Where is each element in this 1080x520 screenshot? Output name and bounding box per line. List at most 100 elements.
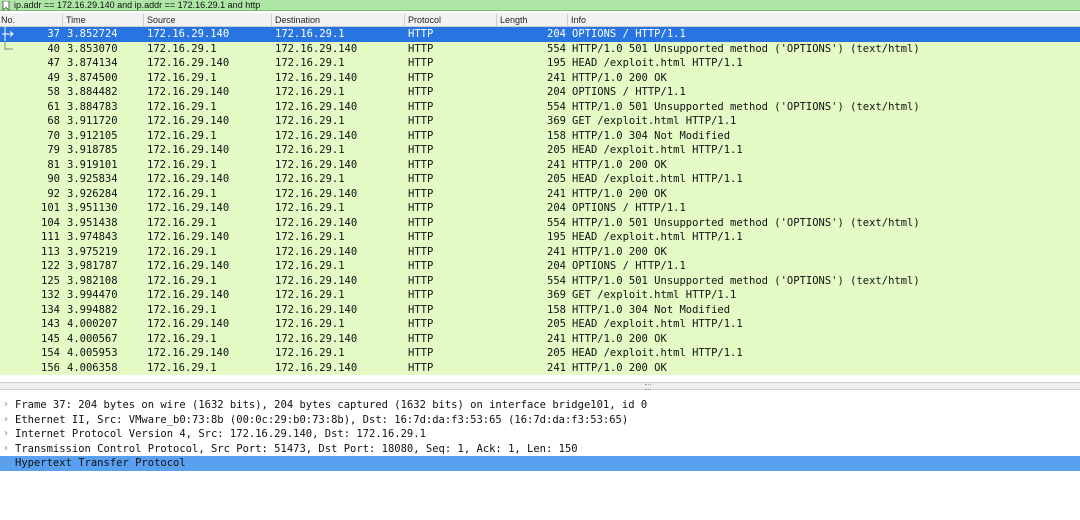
detail-tree-item[interactable]: › Transmission Control Protocol, Src Port… bbox=[0, 442, 1080, 457]
packet-source: 172.16.29.140 bbox=[147, 144, 230, 156]
packet-destination: 172.16.29.1 bbox=[275, 318, 345, 330]
packet-no: 68 bbox=[47, 115, 60, 127]
packet-row[interactable]: 92 3.926284 172.16.29.1 172.16.29.140 HTTP 24… bbox=[0, 186, 1080, 201]
display-filter-bar[interactable]: ip.addr == 172.16.29.140 and ip.addr == … bbox=[0, 0, 1080, 11]
packet-row[interactable]: 104 3.951438 172.16.29.1 172.16.29.140 HTTP 5… bbox=[0, 215, 1080, 230]
packet-row[interactable]: 81 3.919101 172.16.29.1 172.16.29.140 HTTP 24… bbox=[0, 157, 1080, 172]
packet-time: 3.926284 bbox=[67, 187, 118, 200]
packet-no: 143 bbox=[41, 318, 60, 330]
splitter-handle[interactable] bbox=[645, 384, 651, 390]
packet-row[interactable]: 79 3.918785 172.16.29.140 172.16.29.1 HTTP 20… bbox=[0, 143, 1080, 158]
packet-info: GET /exploit.html HTTP/1.1 bbox=[572, 115, 737, 127]
packet-length: 241 bbox=[547, 245, 566, 258]
packet-length: 204 bbox=[547, 260, 566, 272]
column-header-protocol[interactable]: Protocol bbox=[404, 13, 496, 26]
packet-protocol: HTTP bbox=[408, 318, 434, 330]
packet-row[interactable]: 101 3.951130 172.16.29.140 172.16.29.1 HTTP 2… bbox=[0, 201, 1080, 216]
packet-destination: 172.16.29.1 bbox=[275, 115, 345, 127]
packet-destination: 172.16.29.140 bbox=[275, 303, 358, 316]
response-link-icon bbox=[4, 41, 13, 50]
packet-no: 58 bbox=[47, 86, 60, 98]
packet-protocol: HTTP bbox=[408, 42, 434, 55]
packet-info: HTTP/1.0 304 Not Modified bbox=[572, 303, 731, 316]
packet-destination: 172.16.29.140 bbox=[275, 274, 358, 287]
detail-tree-item[interactable]: › Hypertext Transfer Protocol bbox=[0, 456, 1080, 471]
column-header-destination[interactable]: Destination bbox=[271, 13, 404, 26]
packet-protocol: HTTP bbox=[408, 71, 434, 84]
packet-info: HTTP/1.0 501 Unsupported method ('OPTION… bbox=[572, 100, 920, 113]
packet-row[interactable]: 70 3.912105 172.16.29.1 172.16.29.140 HTTP 15… bbox=[0, 128, 1080, 143]
bookmark-icon[interactable] bbox=[2, 1, 10, 10]
packet-row[interactable]: 132 3.994470 172.16.29.140 172.16.29.1 HTTP 3… bbox=[0, 288, 1080, 303]
packet-source: 172.16.29.140 bbox=[147, 115, 230, 127]
column-header-source[interactable]: Source bbox=[143, 13, 271, 26]
packet-protocol: HTTP bbox=[408, 274, 434, 287]
packet-row[interactable]: 154 4.005953 172.16.29.140 172.16.29.1 HTTP 2… bbox=[0, 346, 1080, 361]
packet-destination: 172.16.29.140 bbox=[275, 361, 358, 374]
packet-row[interactable]: 143 4.000207 172.16.29.140 172.16.29.1 HTTP 2… bbox=[0, 317, 1080, 332]
packet-no: 132 bbox=[41, 289, 60, 301]
packet-time: 3.982108 bbox=[67, 274, 118, 287]
packet-destination: 172.16.29.1 bbox=[275, 289, 345, 301]
packet-row[interactable]: 61 3.884783 172.16.29.1 172.16.29.140 HTTP 55… bbox=[0, 99, 1080, 114]
packet-list[interactable]: 37 3.852724 172.16.29.140 172.16.29.1 HTTP 20… bbox=[0, 27, 1080, 375]
chevron-right-icon[interactable]: › bbox=[4, 398, 8, 413]
packet-row[interactable]: 49 3.874500 172.16.29.1 172.16.29.140 HTTP 24… bbox=[0, 70, 1080, 85]
packet-destination: 172.16.29.140 bbox=[275, 71, 358, 84]
packet-row[interactable]: 90 3.925834 172.16.29.140 172.16.29.1 HTTP 20… bbox=[0, 172, 1080, 187]
pane-splitter[interactable] bbox=[0, 382, 1080, 390]
packet-row[interactable]: 58 3.884482 172.16.29.140 172.16.29.1 HTTP 20… bbox=[0, 85, 1080, 100]
packet-source: 172.16.29.1 bbox=[147, 42, 217, 55]
chevron-right-icon[interactable]: › bbox=[4, 456, 8, 471]
packet-length: 205 bbox=[547, 173, 566, 185]
packet-time: 3.912105 bbox=[67, 129, 118, 142]
chevron-right-icon[interactable]: › bbox=[4, 442, 8, 457]
packet-length: 241 bbox=[547, 361, 566, 374]
packet-protocol: HTTP bbox=[408, 187, 434, 200]
packet-info: HEAD /exploit.html HTTP/1.1 bbox=[572, 173, 743, 185]
packet-row[interactable]: 111 3.974843 172.16.29.140 172.16.29.1 HTTP 1… bbox=[0, 230, 1080, 245]
packet-row[interactable]: 134 3.994882 172.16.29.1 172.16.29.140 HTTP 1… bbox=[0, 302, 1080, 317]
display-filter-input[interactable]: ip.addr == 172.16.29.140 and ip.addr == … bbox=[14, 0, 260, 11]
packet-protocol: HTTP bbox=[408, 260, 434, 272]
packet-destination: 172.16.29.140 bbox=[275, 158, 358, 171]
packet-destination: 172.16.29.140 bbox=[275, 187, 358, 200]
packet-time: 3.975219 bbox=[67, 245, 118, 258]
packet-row[interactable]: 113 3.975219 172.16.29.1 172.16.29.140 HTTP 2… bbox=[0, 244, 1080, 259]
packet-details-pane[interactable]: › Frame 37: 204 bytes on wire (1632 bits)… bbox=[0, 398, 1080, 471]
detail-tree-label: Ethernet II, Src: VMware_b0:73:8b (00:0c… bbox=[15, 413, 629, 426]
packet-row[interactable]: 47 3.874134 172.16.29.140 172.16.29.1 HTTP 19… bbox=[0, 56, 1080, 71]
packet-row[interactable]: 122 3.981787 172.16.29.140 172.16.29.1 HTTP 2… bbox=[0, 259, 1080, 274]
column-header-length[interactable]: Length bbox=[496, 13, 567, 26]
packet-row[interactable]: 145 4.000567 172.16.29.1 172.16.29.140 HTTP 2… bbox=[0, 331, 1080, 346]
packet-row[interactable]: 40 3.853070 172.16.29.1 172.16.29.140 HTTP 55… bbox=[0, 41, 1080, 56]
chevron-right-icon[interactable]: › bbox=[4, 427, 8, 442]
packet-row[interactable]: 125 3.982108 172.16.29.1 172.16.29.140 HTTP 5… bbox=[0, 273, 1080, 288]
packet-info: HTTP/1.0 200 OK bbox=[572, 332, 667, 345]
column-header-no[interactable]: No. bbox=[0, 13, 62, 26]
packet-length: 554 bbox=[547, 216, 566, 229]
detail-tree-item[interactable]: › Ethernet II, Src: VMware_b0:73:8b (00:0… bbox=[0, 413, 1080, 428]
packet-no: 113 bbox=[41, 245, 60, 258]
packet-info: HTTP/1.0 200 OK bbox=[572, 187, 667, 200]
packet-info: HTTP/1.0 200 OK bbox=[572, 158, 667, 171]
packet-no: 111 bbox=[41, 231, 60, 243]
packet-length: 158 bbox=[547, 303, 566, 316]
packet-no: 61 bbox=[47, 100, 60, 113]
packet-row[interactable]: 156 4.006358 172.16.29.1 172.16.29.140 HTTP 2… bbox=[0, 360, 1080, 375]
detail-tree-item[interactable]: › Internet Protocol Version 4, Src: 172.1… bbox=[0, 427, 1080, 442]
detail-tree-item[interactable]: › Frame 37: 204 bytes on wire (1632 bits)… bbox=[0, 398, 1080, 413]
column-header-info[interactable]: Info bbox=[567, 13, 1080, 26]
packet-row[interactable]: 37 3.852724 172.16.29.140 172.16.29.1 HTTP 20… bbox=[0, 27, 1080, 42]
packet-destination: 172.16.29.1 bbox=[275, 173, 345, 185]
packet-row[interactable]: 68 3.911720 172.16.29.140 172.16.29.1 HTTP 36… bbox=[0, 114, 1080, 129]
packet-info: OPTIONS / HTTP/1.1 bbox=[572, 28, 686, 40]
chevron-right-icon[interactable]: › bbox=[4, 413, 8, 428]
packet-source: 172.16.29.140 bbox=[147, 202, 230, 214]
detail-tree-label: Hypertext Transfer Protocol bbox=[15, 457, 186, 469]
column-header-time[interactable]: Time bbox=[62, 13, 143, 26]
packet-info: OPTIONS / HTTP/1.1 bbox=[572, 260, 686, 272]
packet-info: HTTP/1.0 200 OK bbox=[572, 361, 667, 374]
packet-list-header: No. Time Source Destination Protocol Len… bbox=[0, 13, 1080, 27]
packet-length: 241 bbox=[547, 332, 566, 345]
